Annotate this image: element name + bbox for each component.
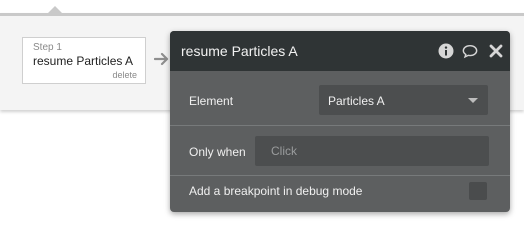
element-selected-value: Particles A	[328, 94, 385, 108]
only-when-input[interactable]	[255, 136, 489, 166]
step-number-label: Step 1	[33, 42, 62, 53]
step-title: resume Particles A	[33, 54, 134, 68]
close-icon[interactable]	[488, 43, 504, 59]
element-dropdown[interactable]: Particles A	[319, 85, 488, 115]
action-properties-panel: resume Particles A Element Particles A O…	[170, 31, 510, 212]
row-divider	[170, 125, 510, 126]
info-icon[interactable]	[438, 43, 454, 59]
step-delete-link[interactable]: delete	[112, 70, 137, 80]
only-when-label: Only when	[189, 145, 246, 159]
canvas-notch	[47, 6, 63, 14]
arrow-right-icon	[154, 52, 169, 66]
panel-header: resume Particles A	[170, 31, 510, 71]
step-card[interactable]: Step 1 resume Particles A delete	[22, 37, 146, 84]
breakpoint-checkbox[interactable]	[469, 182, 487, 200]
element-label: Element	[189, 94, 234, 108]
comment-icon[interactable]	[462, 43, 478, 59]
panel-title: resume Particles A	[181, 43, 298, 59]
chevron-down-icon	[468, 98, 478, 103]
row-divider	[170, 175, 510, 176]
breakpoint-label: Add a breakpoint in debug mode	[189, 184, 363, 198]
